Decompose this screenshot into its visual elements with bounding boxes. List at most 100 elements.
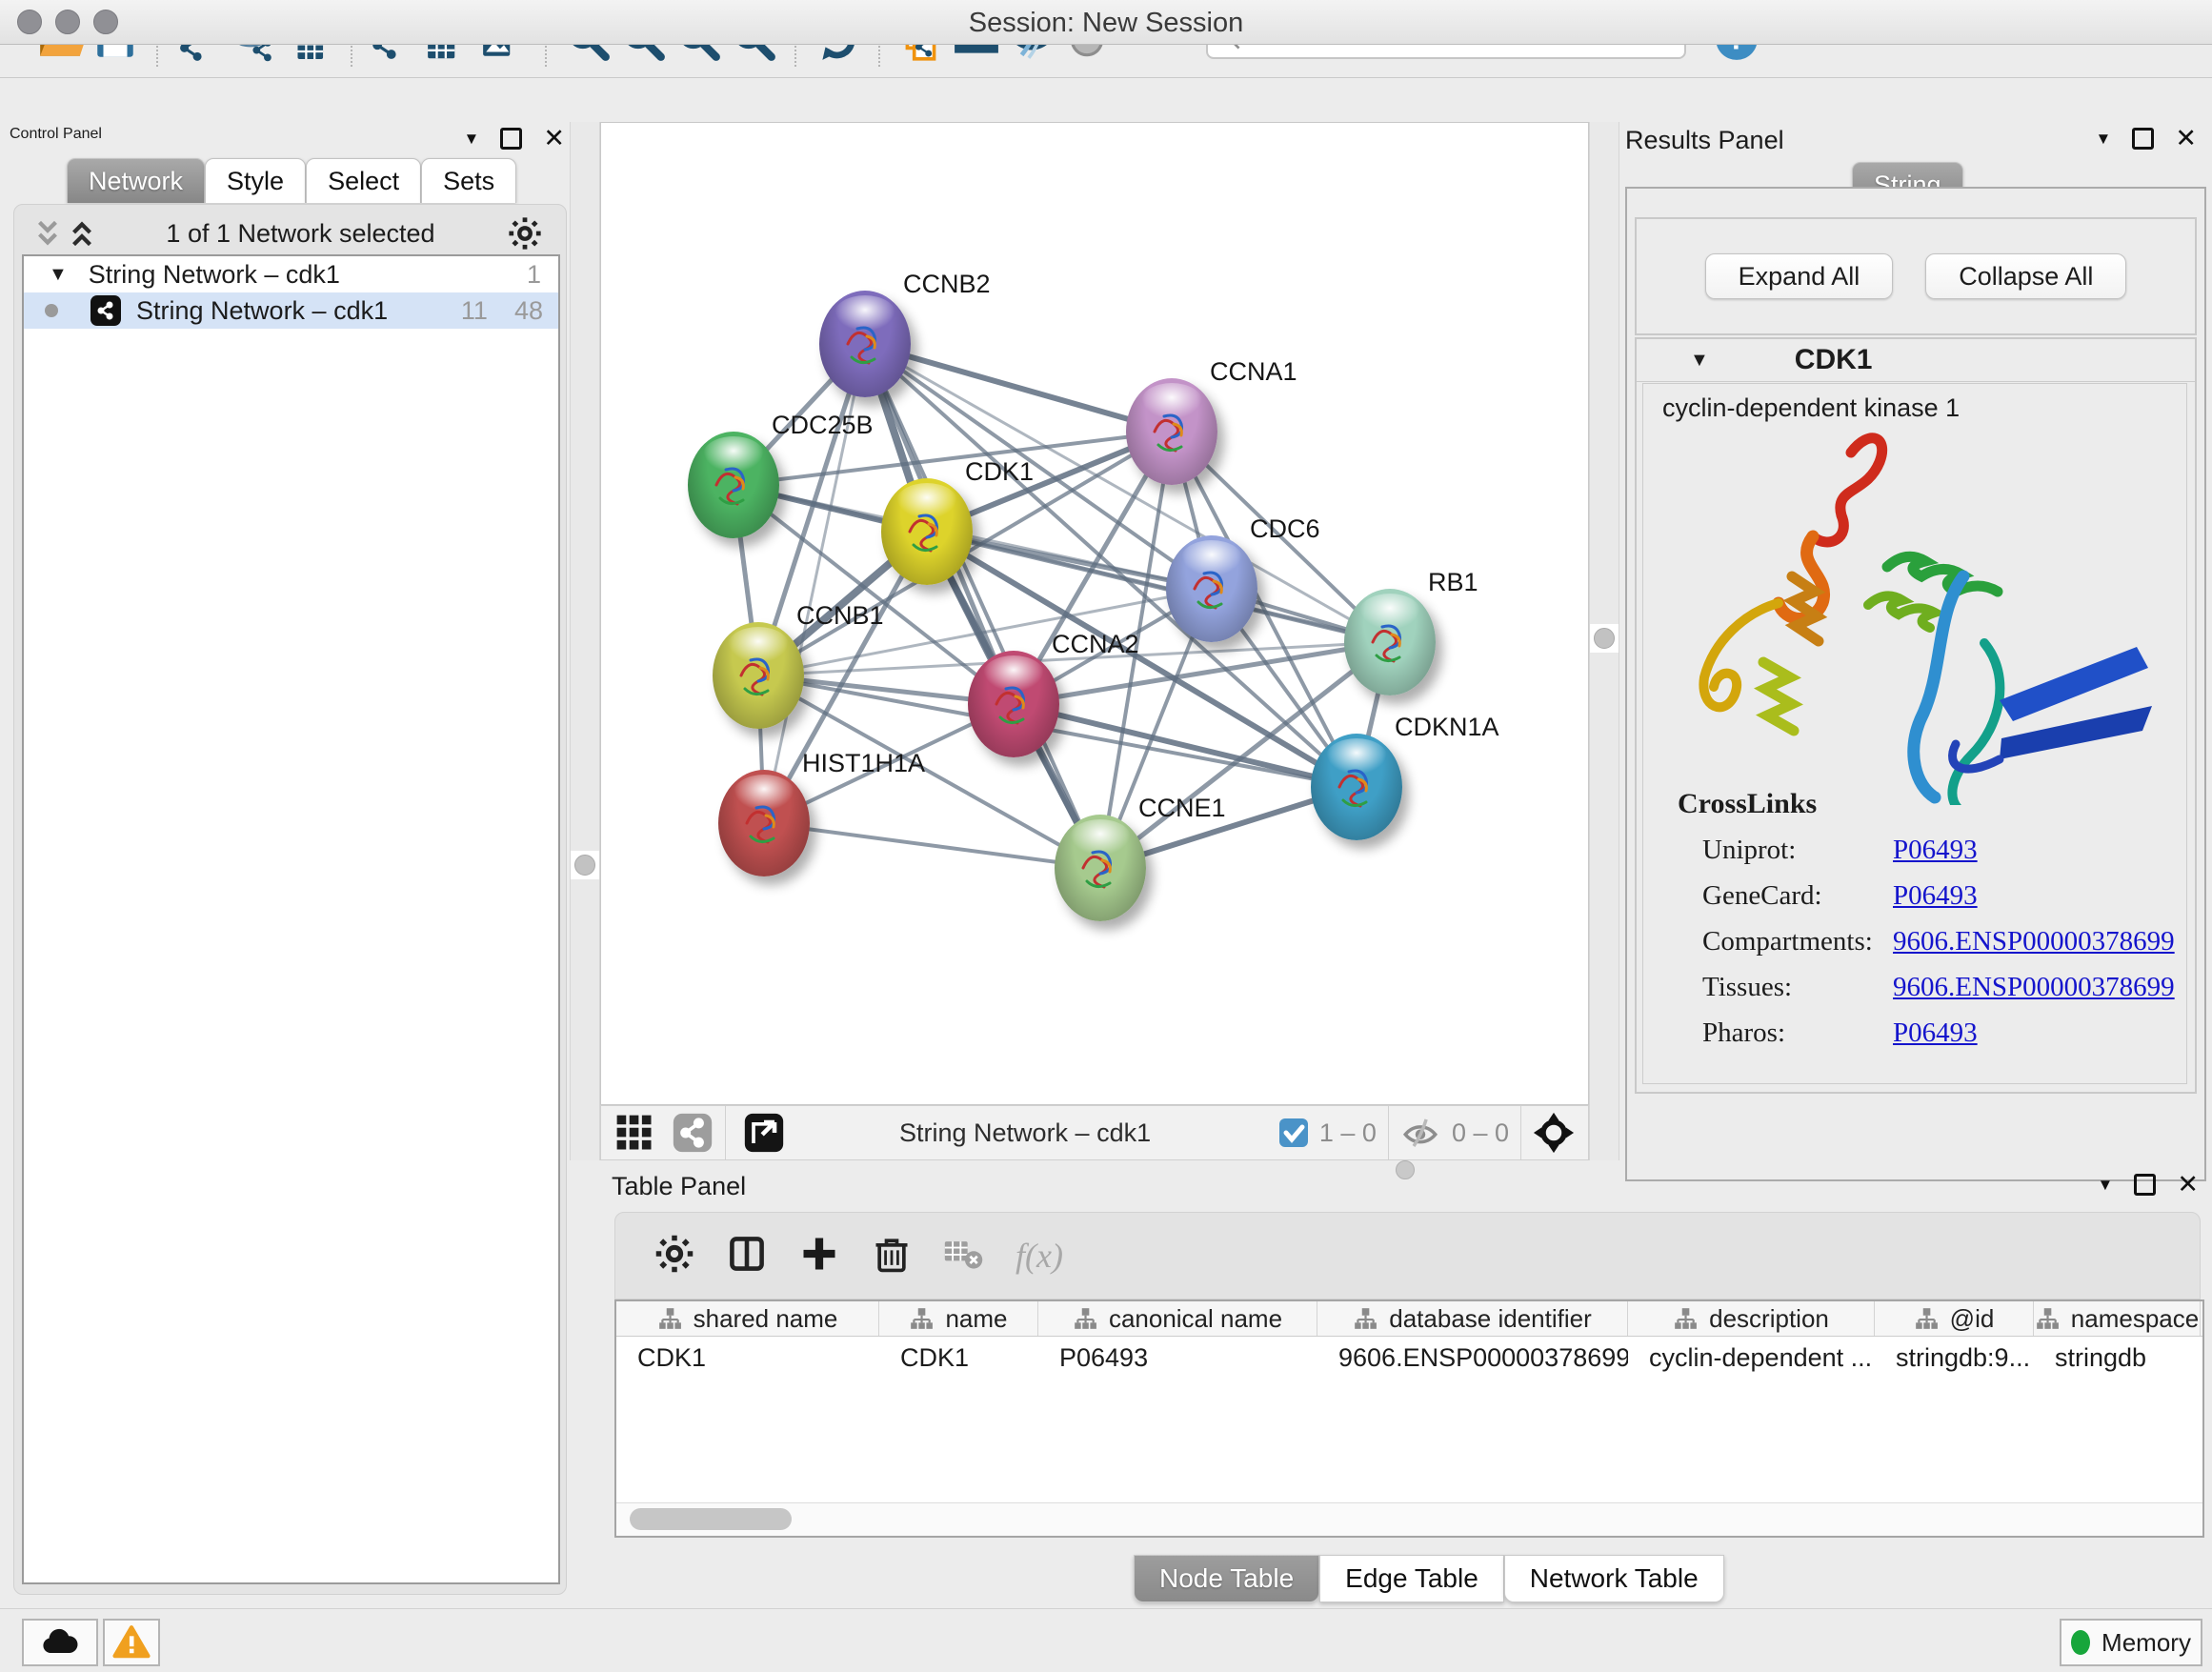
table-cell[interactable]: 9606.ENSP00000378699: [1317, 1337, 1628, 1379]
warnings-button[interactable]: [103, 1619, 160, 1666]
result-entry-header[interactable]: ▼ CDK1: [1637, 339, 2195, 382]
collapse-all-button[interactable]: Collapse All: [1925, 253, 2126, 299]
column-header-label: @id: [1950, 1304, 1995, 1334]
delete-column-trash-icon[interactable]: [871, 1233, 913, 1279]
crosslink-label: Uniprot:: [1702, 835, 1893, 866]
tab-network[interactable]: Network: [67, 158, 205, 203]
crosslink-link[interactable]: 9606.ENSP00000378699: [1893, 926, 2175, 957]
scrollbar-thumb[interactable]: [630, 1508, 792, 1530]
column-type-icon: [1353, 1306, 1377, 1331]
node-CCNE1[interactable]: [1055, 815, 1146, 921]
column-header-description[interactable]: description: [1628, 1301, 1875, 1336]
left-splitter[interactable]: [570, 122, 600, 1160]
right-splitter[interactable]: [1589, 122, 1619, 1160]
crosslink-link[interactable]: 9606.ENSP00000378699: [1893, 972, 2175, 1003]
network-selection-status: 1 of 1 Network selected: [94, 219, 507, 249]
results-panel-close-icon[interactable]: ✕: [2175, 126, 2197, 151]
node-CDC25B[interactable]: [688, 432, 779, 538]
crosslink-link[interactable]: P06493: [1893, 835, 1978, 866]
left-splitter-handle[interactable]: [571, 851, 599, 879]
network-collection-row[interactable]: ▼ String Network – cdk1 1: [24, 256, 558, 292]
node-CCNA2[interactable]: [968, 651, 1059, 757]
column-header-label: shared name: [694, 1304, 838, 1334]
results-panel-collapse-icon[interactable]: ▼: [2096, 130, 2112, 149]
control-panel-float-icon[interactable]: [500, 128, 522, 150]
table-panel-collapse-icon[interactable]: ▼: [2098, 1176, 2114, 1195]
crosslinks-title: CrossLinks: [1678, 788, 2175, 820]
tab-style[interactable]: Style: [205, 158, 306, 203]
network-view-title: String Network – cdk1: [899, 1118, 1279, 1148]
column-type-icon: [1073, 1306, 1097, 1331]
birds-eye-grid-icon[interactable]: [614, 1113, 654, 1153]
table-cell[interactable]: stringdb:9...: [1875, 1337, 2034, 1379]
results-panel-float-icon[interactable]: [2132, 128, 2154, 150]
crosslink-link[interactable]: P06493: [1893, 880, 1978, 912]
network-options-gear-icon[interactable]: [507, 215, 543, 252]
node-HIST1H1A[interactable]: [718, 770, 810, 876]
status-bar: Memory: [0, 1608, 2212, 1672]
column-header-label: database identifier: [1389, 1304, 1591, 1334]
node-CDKN1A[interactable]: [1311, 734, 1402, 840]
protein-structure-image: [1649, 424, 2182, 805]
node-table[interactable]: shared name namecanonical name database id…: [614, 1299, 2204, 1538]
tab-select[interactable]: Select: [306, 158, 421, 203]
selected-checkbox-icon[interactable]: [1279, 1118, 1308, 1147]
results-button-row: Expand All Collapse All: [1635, 217, 2197, 335]
column-type-icon: [657, 1306, 682, 1331]
column-header-name[interactable]: name: [879, 1301, 1038, 1336]
table-panel-float-icon[interactable]: [2134, 1174, 2156, 1196]
node-RB1[interactable]: [1344, 589, 1436, 695]
entry-expander-triangle-icon[interactable]: ▼: [1690, 350, 1709, 372]
column-header-shared-name[interactable]: shared name: [616, 1301, 879, 1336]
node-CCNB2[interactable]: [819, 291, 911, 397]
table-cell[interactable]: stringdb: [2034, 1337, 2201, 1379]
create-column-plus-icon[interactable]: [798, 1233, 840, 1279]
control-panel-close-icon[interactable]: ✕: [543, 126, 565, 151]
network-row[interactable]: String Network – cdk1 11 48: [24, 292, 558, 329]
column-header-canonical-name[interactable]: canonical name: [1038, 1301, 1317, 1336]
node-CCNA1[interactable]: [1126, 378, 1217, 485]
show-columns-icon[interactable]: [726, 1233, 768, 1279]
network-canvas[interactable]: CCNB2CCNA1CDC25BCDK1CDC6RB1CCNB1CCNA2CDK…: [600, 122, 1589, 1105]
entry-gene-name: CDK1: [1795, 344, 1873, 376]
table-cell[interactable]: P06493: [1038, 1337, 1317, 1379]
table-horizontal-scrollbar[interactable]: [616, 1502, 2202, 1536]
column-header-database-identifier[interactable]: database identifier: [1317, 1301, 1628, 1336]
network-overview-icon[interactable]: [672, 1112, 714, 1154]
node-label-CCNB1: CCNB1: [796, 601, 884, 631]
tab-edge-table[interactable]: Edge Table: [1319, 1555, 1504, 1602]
entry-description: cyclin-dependent kinase 1: [1662, 393, 2186, 423]
results-panel: Results Panel ▼ ✕ String Expand All Coll…: [1619, 122, 2206, 1132]
memory-button[interactable]: Memory: [2060, 1619, 2202, 1666]
node-label-CDK1: CDK1: [965, 457, 1034, 487]
column-header--id[interactable]: @id: [1875, 1301, 2034, 1336]
fit-selected-crosshair-icon[interactable]: [1533, 1112, 1575, 1154]
export-view-icon[interactable]: [743, 1112, 785, 1154]
table-cell[interactable]: CDK1: [616, 1337, 879, 1379]
column-header-namespace[interactable]: namespace: [2034, 1301, 2201, 1336]
collapse-all-chevron-icon[interactable]: [35, 216, 60, 251]
table-row[interactable]: CDK1CDK1P064939606.ENSP00000378699cyclin…: [616, 1337, 2202, 1379]
node-CDC6[interactable]: [1166, 535, 1257, 642]
table-panel-close-icon[interactable]: ✕: [2177, 1172, 2199, 1198]
expander-triangle-icon[interactable]: ▼: [49, 264, 68, 286]
node-label-RB1: RB1: [1428, 568, 1478, 597]
right-splitter-handle[interactable]: [1590, 624, 1619, 653]
expand-all-chevron-icon[interactable]: [70, 216, 94, 251]
tab-node-table[interactable]: Node Table: [1134, 1555, 1319, 1602]
table-cell[interactable]: CDK1: [879, 1337, 1038, 1379]
node-CCNB1[interactable]: [713, 622, 804, 729]
node-CDK1[interactable]: [881, 478, 973, 585]
title-bar: Session: New Session: [0, 0, 2212, 45]
table-cell[interactable]: cyclin-dependent ...: [1628, 1337, 1875, 1379]
crosslink-row: Uniprot: P06493: [1678, 835, 2175, 866]
tab-sets[interactable]: Sets: [421, 158, 516, 203]
crosslink-link[interactable]: P06493: [1893, 1017, 1978, 1049]
table-options-gear-icon[interactable]: [654, 1233, 695, 1279]
control-panel-collapse-icon[interactable]: ▼: [464, 130, 480, 149]
crosslink-label: Pharos:: [1702, 1017, 1893, 1049]
control-panel-tabs: NetworkStyleSelectSets: [67, 158, 516, 203]
cloud-button[interactable]: [22, 1619, 98, 1666]
tab-network-table[interactable]: Network Table: [1504, 1555, 1724, 1602]
expand-all-button[interactable]: Expand All: [1705, 253, 1894, 299]
